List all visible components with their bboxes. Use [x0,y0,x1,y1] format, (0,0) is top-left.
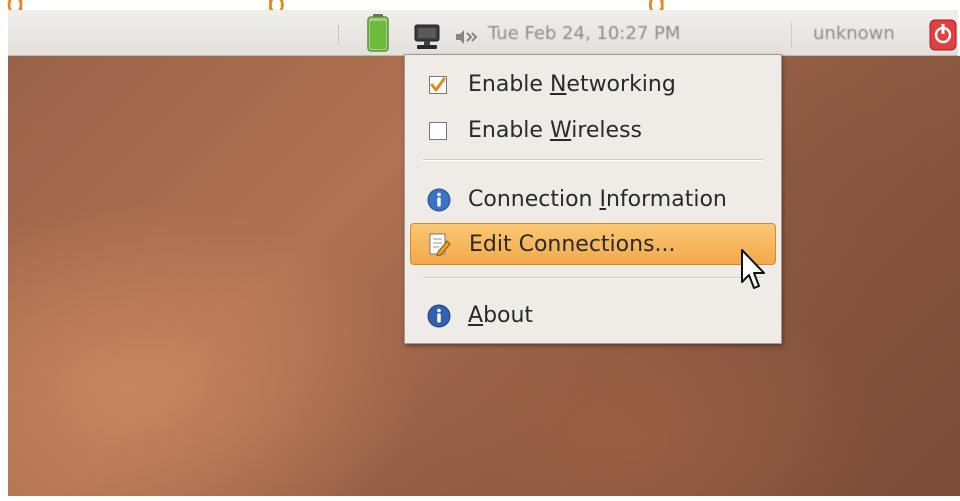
menu-item-label: Enable Networking [468,72,676,97]
checkbox-unchecked-icon[interactable] [429,122,447,140]
panel-clock[interactable]: Tue Feb 24, 10:27 PM [488,23,680,44]
mnemonic-letter: N [549,72,567,97]
network-computer-icon[interactable] [411,24,445,50]
panel-handle [338,26,341,44]
menu-item-edit-connections[interactable]: Edit Connections... [410,223,776,265]
menu-item-enable-networking[interactable]: Enable Networking [410,64,776,106]
menu-separator [423,277,763,279]
screen: g p g Tue Feb 24, 10:27 P [0,0,960,501]
user-name[interactable]: unknown [813,23,895,44]
menu-item-enable-wireless[interactable]: Enable Wireless [410,110,776,152]
top-panel: Tue Feb 24, 10:27 PM unknown [8,10,958,56]
menu-item-about[interactable]: About [410,295,776,337]
volume-icon[interactable] [454,30,484,44]
mnemonic-letter: A [468,303,484,328]
network-manager-menu: Enable Networking Enable Wireless Connec… [404,54,782,344]
checkbox-checked-icon[interactable] [429,76,447,94]
info-icon [427,188,451,212]
mnemonic-letter: I [599,187,606,212]
battery-icon[interactable] [365,13,391,53]
power-icon[interactable] [928,18,958,52]
menu-item-connection-information[interactable]: Connection Information [410,179,776,221]
menu-separator [423,159,763,161]
menu-item-label: About [468,303,534,328]
menu-item-label: Edit Connections... [469,232,676,257]
info-icon [427,304,451,328]
menu-item-label: Connection Information [468,187,727,212]
edit-icon [429,233,451,256]
menu-item-label: Enable Wireless [468,118,642,143]
panel-separator [791,22,792,48]
mouse-pointer-icon [741,249,765,289]
mnemonic-letter: W [549,118,572,143]
